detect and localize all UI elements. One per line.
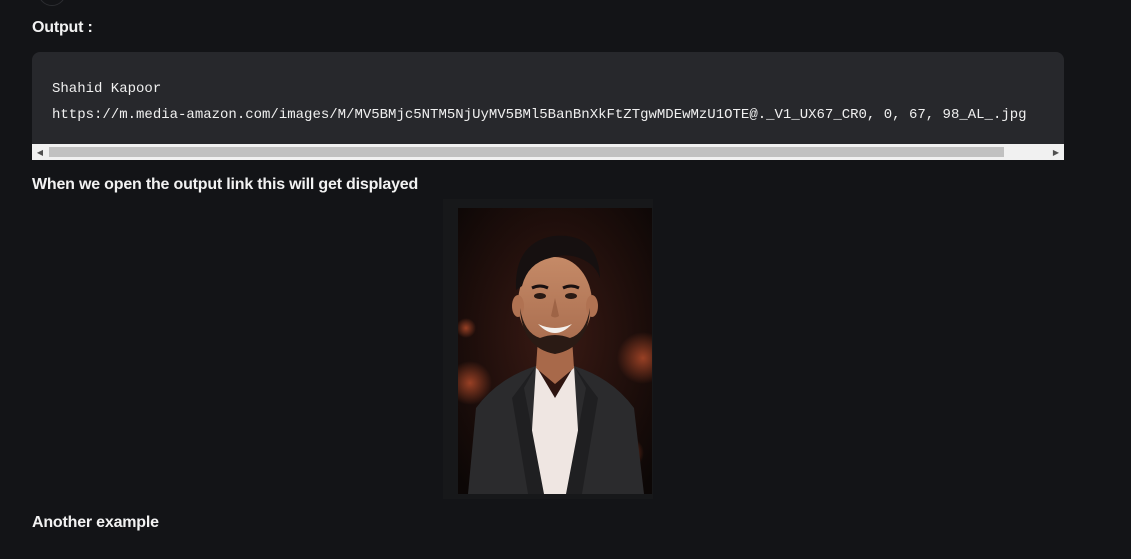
- portrait-photo: [458, 208, 652, 494]
- output-link-caption: When we open the output link this will g…: [32, 176, 419, 193]
- decorative-circle: [38, 0, 66, 6]
- scroll-left-icon[interactable]: ◀: [32, 144, 48, 160]
- another-example-heading: Another example: [32, 514, 159, 531]
- scroll-right-icon[interactable]: ▶: [1048, 144, 1064, 160]
- code-line-name: Shahid Kapoor: [52, 81, 162, 97]
- code-output-block: Shahid Kapoor https://m.media-amazon.com…: [32, 52, 1064, 160]
- code-text: Shahid Kapoor https://m.media-amazon.com…: [52, 76, 1027, 128]
- horizontal-scrollbar[interactable]: ◀ ▶: [32, 144, 1064, 160]
- output-heading: Output :: [32, 19, 93, 36]
- output-image-frame: [443, 199, 653, 499]
- code-line-url: https://m.media-amazon.com/images/M/MV5B…: [52, 107, 1027, 123]
- scrollbar-thumb[interactable]: [49, 147, 1004, 157]
